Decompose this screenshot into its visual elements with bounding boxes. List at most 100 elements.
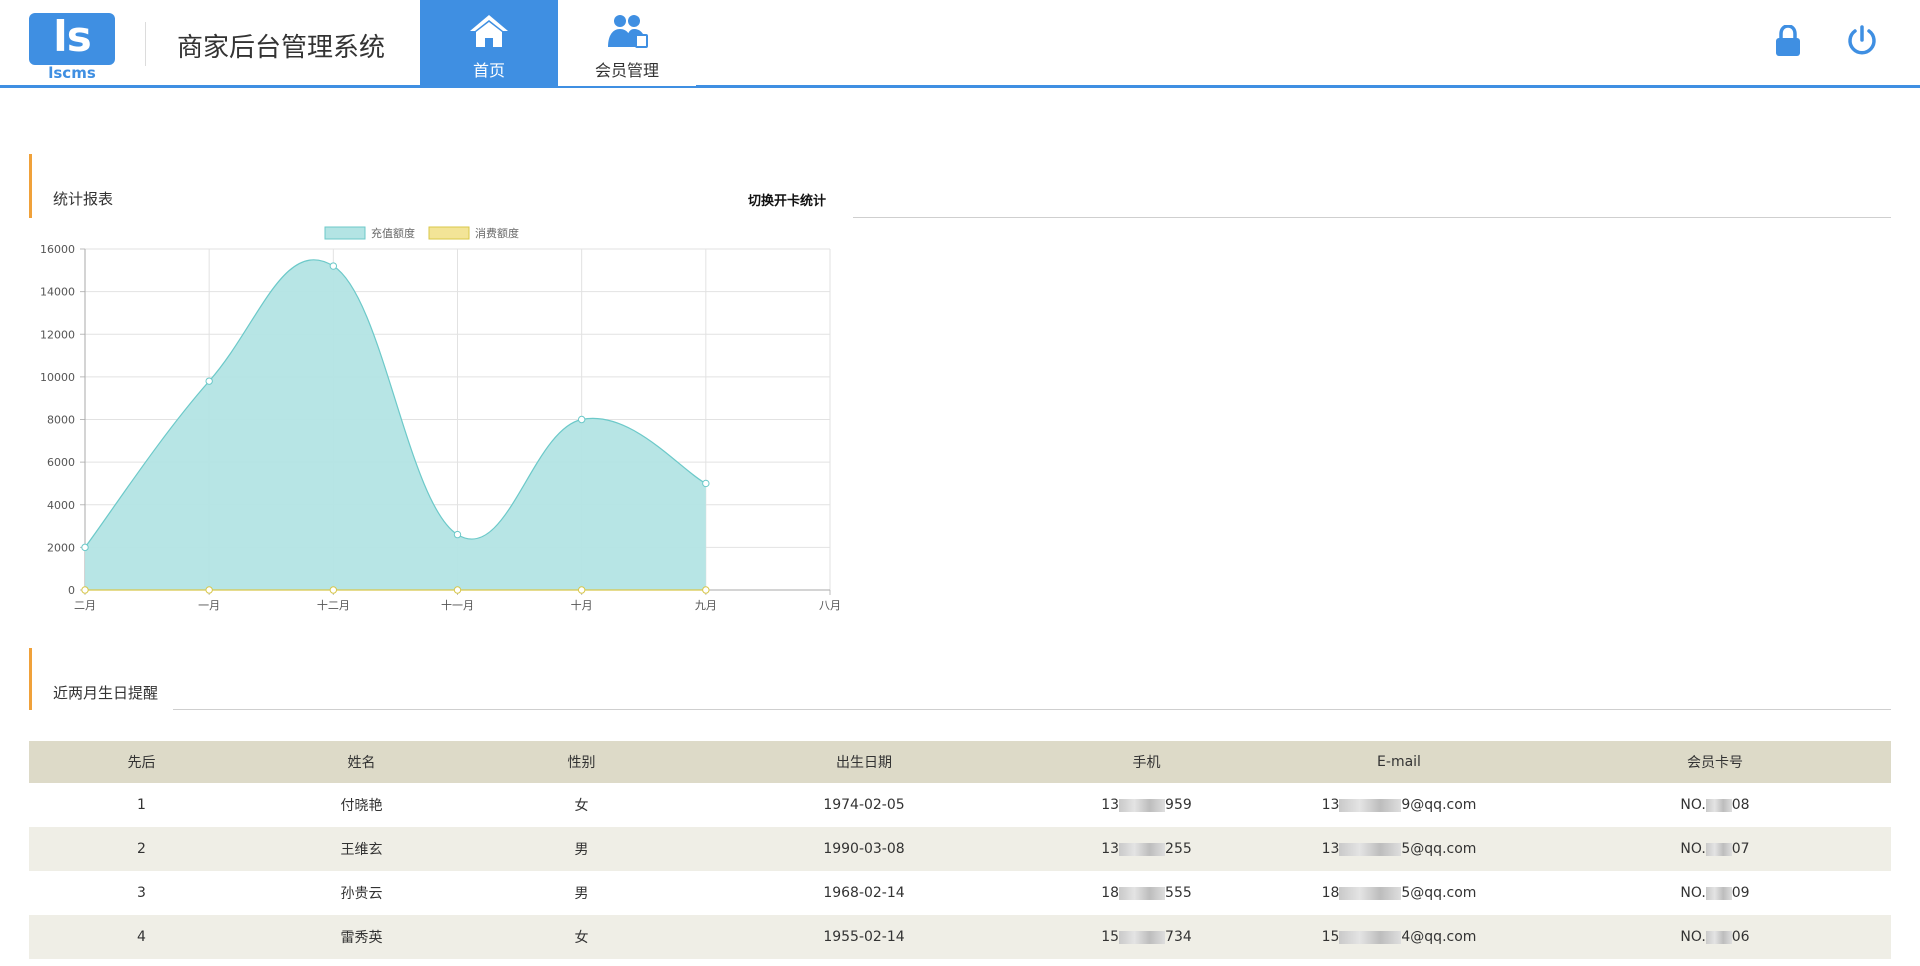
email-cell: 15 4@qq.com [1259,915,1539,959]
phone-cell: 18 555 [1034,871,1259,915]
email-prefix: 15 [1321,929,1340,945]
birthday-section-marker [29,648,32,710]
home-icon [470,15,508,47]
logo-text: ls [53,12,91,61]
redacted-mask [1339,842,1402,856]
table-row: 1 付晓艳 女 1974-02-05 13 959 13 9@qq.com NO. 0… [29,783,1891,827]
email-suffix: 9@qq.com [1401,797,1477,813]
legend-label: 消费额度 [475,226,519,240]
phone-suffix: 734 [1165,929,1192,945]
power-icon [1848,25,1876,55]
column-header: 出生日期 [694,741,1034,783]
gender-cell: 男 [469,827,694,871]
table-row: 2 王维玄 男 1990-03-08 13 255 13 5@qq.com NO. 0… [29,827,1891,871]
redacted-mask [1705,930,1732,944]
birth-cell: 1974-02-05 [823,797,905,813]
redacted-mask [1119,886,1166,900]
gender-cell: 女 [574,798,589,814]
nav-home[interactable]: 首页 [420,0,558,86]
phone-suffix: 959 [1165,797,1192,813]
email-suffix: 5@qq.com [1401,885,1477,901]
members-icon [608,15,648,48]
y-tick-label: 6000 [47,456,75,469]
card-cell: NO. 09 [1539,871,1891,915]
redacted-mask [1339,930,1402,944]
column-header: 姓名 [254,741,469,783]
redacted-mask [1119,842,1166,856]
nav-home-label: 首页 [472,61,505,80]
y-tick-label: 16000 [40,243,75,256]
table-row: 4 雷秀英 女 1955-02-14 15 734 15 4@qq.com NO. 0… [29,915,1891,959]
nav-member-label: 会员管理 [594,61,659,80]
column-header: 先后 [29,741,254,783]
name-cell: 雷秀英 [254,915,469,959]
redacted-mask [1705,842,1732,856]
card-suffix: 07 [1731,841,1750,857]
card-suffix: 08 [1731,797,1750,813]
email-cell: 18 5@qq.com [1259,871,1539,915]
legend-label: 充值额度 [371,226,415,240]
redacted-mask [1119,930,1166,944]
switch-card-stats-link[interactable]: 切换开卡统计 [748,190,826,209]
data-point [205,586,213,594]
name-cell: 孙贵云 [340,886,383,902]
email-suffix: 4@qq.com [1401,929,1477,945]
redacted-mask [1339,798,1402,812]
card-suffix: 09 [1731,885,1750,901]
top-header: ls lscms 商家后台管理系统 首页 会员管理 [0,0,1920,88]
card-prefix: NO. [1680,885,1706,901]
power-button[interactable] [1846,25,1878,61]
redacted-mask [1705,798,1732,812]
column-header: 会员卡号 [1539,741,1891,783]
email-prefix: 13 [1321,797,1340,813]
data-point [702,586,710,594]
nav-member-management[interactable]: 会员管理 [558,0,696,86]
gender-cell: 男 [574,886,589,902]
header-divider [145,22,146,66]
y-tick-label: 4000 [47,499,75,512]
phone-suffix: 255 [1165,841,1192,857]
legend-swatch [324,226,366,240]
phone-prefix: 13 [1101,841,1120,857]
order-cell: 1 [137,797,146,813]
name-cell: 王维玄 [254,827,469,871]
column-header: E-mail [1259,741,1539,783]
lock-icon [1776,24,1800,56]
system-title: 商家后台管理系统 [177,33,386,63]
email-suffix: 5@qq.com [1401,841,1477,857]
x-tick-label: 二月 [74,599,96,612]
email-cell: 13 5@qq.com [1259,827,1539,871]
table-header-row: 先后 姓名 性别 出生日期 手机 E-mail 会员卡号 [29,741,1891,783]
stats-chart: 0 2000 4000 6000 8000 10000 12000 14000 16000 二月 一… [40,226,841,612]
stats-section-title: 统计报表 [53,190,114,208]
email-cell: 13 9@qq.com [1259,783,1539,827]
order-cell: 2 [29,827,254,871]
birthday-section-line [173,709,1891,710]
card-suffix: 06 [1731,929,1750,945]
y-tick-label: 12000 [40,328,75,341]
order-cell: 3 [137,885,146,901]
x-tick-label: 十一月 [441,598,474,612]
birthday-section-title: 近两月生日提醒 [53,684,159,702]
card-prefix: NO. [1680,841,1706,857]
table-row: 3 孙贵云 男 1968-02-14 18 555 18 5@qq.com NO. 0… [29,871,1891,915]
data-point [453,586,462,594]
y-tick-label: 10000 [40,371,75,384]
y-tick-label: 8000 [47,414,75,427]
logo: ls [29,13,115,65]
card-cell: NO. 06 [1539,915,1891,959]
y-tick-label: 0 [68,584,75,597]
redacted-mask [1705,886,1732,900]
x-tick-label: 九月 [695,599,717,612]
y-tick-label: 14000 [40,286,75,299]
lock-button[interactable] [1775,24,1801,61]
logo-subtitle: lscms [48,64,96,82]
email-prefix: 18 [1321,885,1340,901]
data-point [577,586,586,594]
phone-prefix: 13 [1101,797,1120,813]
series-area [85,259,706,590]
x-tick-label: 八月 [819,599,841,612]
data-point [81,586,89,594]
x-tick-label: 十二月 [317,598,350,612]
x-tick-label: 一月 [198,599,220,612]
